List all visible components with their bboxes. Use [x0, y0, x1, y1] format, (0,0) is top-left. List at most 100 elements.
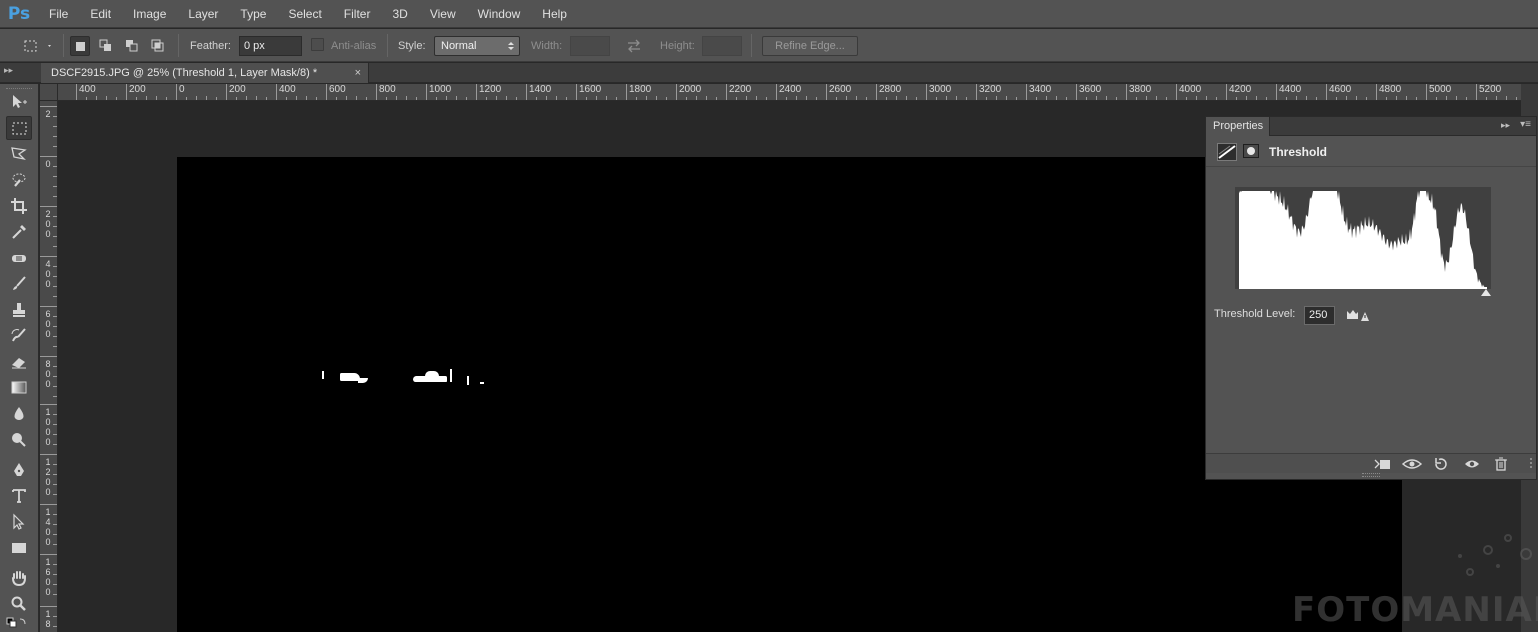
menu-filter[interactable]: Filter: [333, 0, 382, 28]
ruler-top-label: 5200: [1479, 84, 1502, 95]
height-input[interactable]: [702, 36, 742, 56]
ruler-left-label: 1 8: [45, 609, 51, 629]
ruler-top-label: 3600: [1079, 84, 1102, 95]
threshold-adjustment-icon[interactable]: [1217, 143, 1237, 161]
panel-bottom-grip[interactable]: [1362, 473, 1380, 477]
horizontal-ruler[interactable]: 400 200 0 200 400 600 800 1000 1200 1400 1600 1800 2…: [58, 84, 1521, 101]
type-tool[interactable]: [6, 484, 32, 508]
view-previous-state-icon[interactable]: [1402, 457, 1422, 471]
brush-tool[interactable]: [6, 272, 32, 296]
trash-icon[interactable]: [1494, 457, 1508, 471]
ruler-minor-tick: [896, 96, 897, 100]
ruler-major-tick: [1276, 84, 1277, 100]
subtract-from-selection-button[interactable]: [122, 36, 142, 56]
rectangle-shape-tool[interactable]: [6, 536, 32, 560]
ruler-minor-tick: [1116, 97, 1117, 100]
menu-type[interactable]: Type: [229, 0, 277, 28]
properties-tab[interactable]: Properties: [1206, 117, 1270, 136]
lasso-tool[interactable]: [6, 142, 32, 166]
ruler-top-label: 3400: [1029, 84, 1052, 95]
eyedropper-tool[interactable]: [6, 220, 32, 244]
crop-tool[interactable]: [6, 194, 32, 218]
ruler-major-tick: [426, 84, 427, 100]
anti-alias-checkbox[interactable]: [311, 38, 324, 51]
ruler-minor-tick: [1386, 97, 1387, 100]
quick-selection-tool[interactable]: [6, 168, 32, 192]
ruler-major-tick: [40, 356, 57, 357]
panel-resize-grip[interactable]: [1524, 458, 1532, 468]
ruler-minor-tick: [53, 424, 57, 425]
reset-adjustment-icon[interactable]: [1433, 457, 1449, 471]
zoom-tool[interactable]: [6, 592, 32, 616]
menu-3d[interactable]: 3D: [381, 0, 418, 28]
default-colors-swatch[interactable]: [6, 616, 32, 630]
properties-panel-header[interactable]: Properties ▸▸ ▾≡: [1206, 117, 1536, 136]
move-tool[interactable]: [6, 90, 32, 114]
rectangular-marquee-tool[interactable]: [6, 116, 32, 140]
ruler-minor-tick: [53, 564, 57, 565]
threshold-slider-thumb[interactable]: [1480, 289, 1491, 296]
clone-stamp-tool[interactable]: [6, 298, 32, 322]
ruler-minor-tick: [1106, 96, 1107, 100]
feather-input[interactable]: 0 px: [239, 36, 302, 56]
ruler-minor-tick: [546, 96, 547, 100]
threshold-histogram[interactable]: [1235, 187, 1491, 289]
refine-edge-button[interactable]: Refine Edge...: [762, 36, 858, 56]
rectangle-shape-icon: [12, 543, 26, 553]
ruler-minor-tick: [1506, 96, 1507, 100]
tool-preset-picker[interactable]: [20, 36, 51, 56]
menu-select[interactable]: Select: [277, 0, 332, 28]
collapse-tools-icon[interactable]: ▸▸: [4, 65, 13, 76]
clip-to-layer-icon[interactable]: [1374, 457, 1392, 471]
ruler-minor-tick: [53, 386, 57, 387]
ruler-top-label: 2000: [679, 84, 702, 95]
threshold-white-area: [480, 382, 484, 384]
ruler-minor-tick: [666, 97, 667, 100]
calculate-histogram-warning-icon[interactable]: [1346, 307, 1370, 323]
ruler-minor-tick: [1296, 96, 1297, 100]
close-icon[interactable]: ×: [355, 63, 361, 83]
collapse-panel-icon[interactable]: ▸▸: [1501, 120, 1510, 131]
visibility-eye-icon[interactable]: [1464, 457, 1480, 471]
gradient-tool[interactable]: [6, 376, 32, 400]
document-tab[interactable]: DSCF2915.JPG @ 25% (Threshold 1, Layer M…: [41, 63, 369, 83]
ruler-minor-tick: [706, 96, 707, 100]
dodge-tool[interactable]: [6, 428, 32, 452]
menu-file[interactable]: File: [38, 0, 79, 28]
style-select[interactable]: Normal: [434, 36, 520, 56]
ruler-minor-tick: [1246, 96, 1247, 100]
blur-tool[interactable]: [6, 402, 32, 426]
healing-brush-tool[interactable]: [6, 246, 32, 270]
eraser-tool[interactable]: [6, 350, 32, 374]
pen-tool[interactable]: [6, 458, 32, 482]
path-selection-tool[interactable]: [6, 510, 32, 534]
ruler-minor-tick: [956, 96, 957, 100]
layer-mask-icon[interactable]: [1243, 144, 1259, 158]
swap-width-height-button[interactable]: [624, 36, 644, 56]
menu-view[interactable]: View: [419, 0, 467, 28]
menu-edit[interactable]: Edit: [79, 0, 122, 28]
ruler-origin[interactable]: [40, 84, 58, 101]
width-input[interactable]: [570, 36, 610, 56]
menu-layer[interactable]: Layer: [177, 0, 229, 28]
panel-menu-icon[interactable]: ▾≡: [1520, 119, 1531, 130]
vertical-ruler[interactable]: 2 0 2 0 0 4 0 0 6 0 0 8 0 0 1 0 0 0 1 2 0 0 1 4 …: [40, 101, 58, 632]
menu-help[interactable]: Help: [531, 0, 578, 28]
ruler-major-tick: [926, 84, 927, 100]
ruler-minor-tick: [686, 97, 687, 100]
add-to-selection-button[interactable]: [96, 36, 116, 56]
history-brush-tool[interactable]: [6, 324, 32, 348]
ruler-top-label: 4400: [1279, 84, 1302, 95]
menu-window[interactable]: Window: [467, 0, 532, 28]
polygonal-lasso-icon: [11, 147, 27, 161]
ruler-top-label: 400: [279, 84, 296, 95]
new-selection-button[interactable]: [70, 36, 90, 56]
menu-image[interactable]: Image: [122, 0, 177, 28]
ruler-minor-tick: [53, 186, 57, 187]
intersect-selection-button[interactable]: [148, 36, 168, 56]
ruler-minor-tick: [136, 97, 137, 100]
document-tab-title: DSCF2915.JPG @ 25% (Threshold 1, Layer M…: [51, 67, 318, 79]
ruler-minor-tick: [1266, 97, 1267, 100]
hand-tool[interactable]: [6, 566, 32, 590]
threshold-level-input[interactable]: 250: [1304, 306, 1335, 325]
